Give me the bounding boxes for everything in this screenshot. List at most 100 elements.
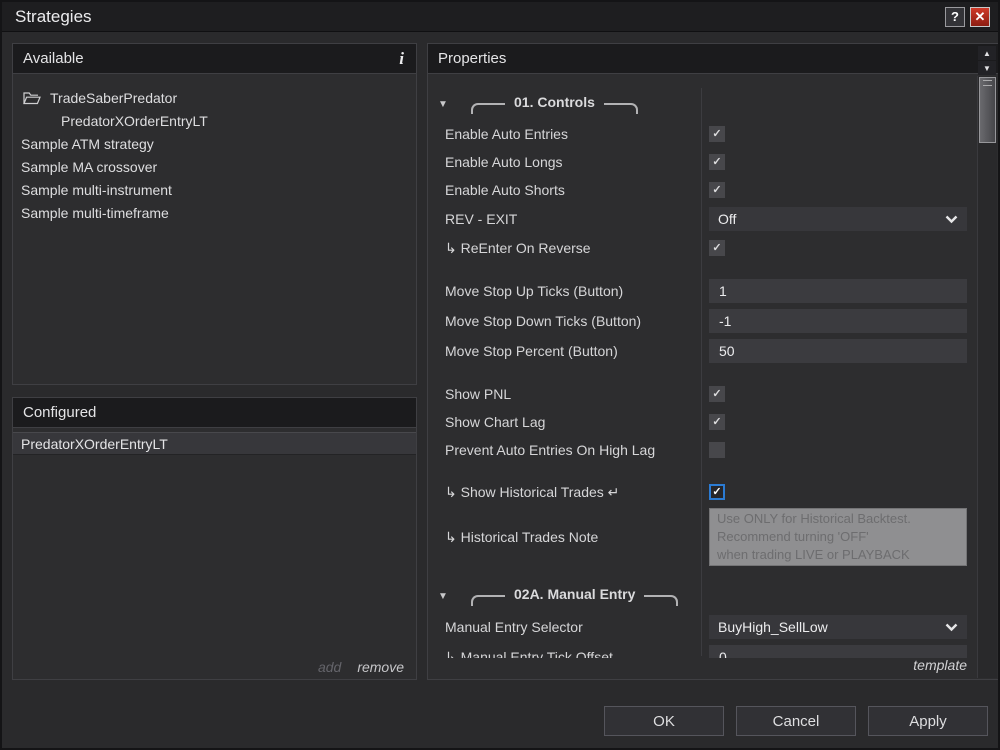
collapse-icon[interactable]: ▼ [438,99,450,110]
check-icon: ✓ [712,185,721,196]
available-item-sample-multi-timeframe[interactable]: Sample multi-timeframe [13,201,416,224]
available-panel: Available i TradeSaberPredator PredatorXO… [12,43,417,385]
dialog-buttons: OK Cancel Apply [604,706,988,736]
historical-trades-note-value-cell: Use ONLY for Historical Backtest. Recomm… [701,508,977,566]
manual-entry-selector-select[interactable]: BuyHigh_SellLow [709,615,967,639]
rev-exit-label: REV - EXIT [429,211,701,227]
available-item-sample-ma-crossover[interactable]: Sample MA crossover [13,155,416,178]
move-stop-down-ticks-button-input[interactable]: -1 [709,309,967,333]
move-stop-up-ticks-button-value-cell: 1 [701,279,977,303]
section-label: 02A. Manual Entry [514,586,635,602]
section-02a-manual-entry: ▼ 02A. Manual Entry [429,580,977,612]
rev-exit-select[interactable]: Off [709,207,967,231]
select-value: Off [718,211,736,227]
property-row-reenter-on-reverse: ↳ ReEnter On Reverse✓ [429,234,977,262]
check-icon: ✓ [712,389,721,400]
historical-trades-note-label: ↳ Historical Trades Note [429,529,701,546]
ok-button[interactable]: OK [604,706,724,736]
show-historical-trades-checkbox[interactable]: ✓ [709,484,725,500]
move-stop-up-ticks-button-input[interactable]: 1 [709,279,967,303]
move-stop-down-ticks-button-value-cell: -1 [701,309,977,333]
property-row-historical-trades-note: ↳ Historical Trades Note Use ONLY for His… [429,506,977,568]
scrollbar-track[interactable] [977,76,997,678]
prevent-auto-entries-on-high-lag-value-cell [701,442,977,458]
collapse-icon[interactable]: ▼ [438,591,450,602]
scroll-down-icon: ▼ [983,64,991,73]
add-link[interactable]: add [318,659,341,675]
properties-scrollbar[interactable]: ▲ ▼ [977,45,997,678]
available-item-tradesaberpredator[interactable]: TradeSaberPredator [13,86,416,109]
available-header: Available i [13,44,416,74]
section-01-controls: ▼ 01. Controls [429,88,977,120]
configured-item-label: PredatorXOrderEntryLT [21,436,168,452]
section-bracket: 01. Controls [471,94,638,114]
available-header-label: Available [23,50,84,67]
help-button[interactable]: ? [945,7,965,27]
property-row-move-stop-percent-button: Move Stop Percent (Button)50 [429,336,977,366]
reenter-on-reverse-checkbox[interactable]: ✓ [709,240,725,256]
show-chart-lag-label: Show Chart Lag [429,414,701,430]
show-historical-trades-label: ↳ Show Historical Trades ↵ [429,484,701,501]
available-item-label: Sample ATM strategy [21,136,154,152]
row-gap [429,262,977,276]
strategies-dialog: Strategies ? ✕ Available i TradeSaberPre… [0,0,1000,750]
property-row-prevent-auto-entries-on-high-lag: Prevent Auto Entries On High Lag [429,436,977,464]
available-item-sample-multi-instrument[interactable]: Sample multi-instrument [13,178,416,201]
remove-link[interactable]: remove [357,659,404,675]
bracket-right [604,103,638,114]
scroll-up-icon: ▲ [983,49,991,58]
available-item-sample-atm-strategy[interactable]: Sample ATM strategy [13,132,416,155]
available-item-predatorxorderentrylt[interactable]: PredatorXOrderEntryLT [13,109,416,132]
property-row-show-pnl: Show PNL ✓ [429,380,977,408]
title-bar[interactable]: Strategies ? ✕ [2,2,998,32]
manual-entry-selector-label: Manual Entry Selector [429,619,701,635]
move-stop-down-ticks-button-label: Move Stop Down Ticks (Button) [429,313,701,329]
scrollbar-thumb[interactable] [979,77,996,143]
template-link[interactable]: template [913,657,967,673]
move-stop-up-ticks-button-label: Move Stop Up Ticks (Button) [429,283,701,299]
properties-header: Properties [428,44,999,74]
prevent-auto-entries-on-high-lag-checkbox[interactable] [709,442,725,458]
available-list: TradeSaberPredator PredatorXOrderEntryLT S… [13,74,416,224]
scroll-up-button[interactable]: ▲ [978,46,996,60]
check-icon: ✓ [712,157,721,168]
row-gap [429,568,977,580]
apply-button[interactable]: Apply [868,706,988,736]
show-chart-lag-checkbox[interactable]: ✓ [709,414,725,430]
historical-trades-note-textbox: Use ONLY for Historical Backtest. Recomm… [709,508,967,566]
available-item-label: Sample multi-instrument [21,182,172,198]
enable-auto-shorts-checkbox[interactable]: ✓ [709,182,725,198]
prevent-auto-entries-on-high-lag-label: Prevent Auto Entries On High Lag [429,442,701,458]
bracket-left [471,595,505,606]
enable-auto-longs-checkbox[interactable]: ✓ [709,154,725,170]
manual-entry-selector-value-cell: BuyHigh_SellLow [701,615,977,639]
show-pnl-checkbox[interactable]: ✓ [709,386,725,402]
enable-auto-entries-label: Enable Auto Entries [429,126,701,142]
property-row-enable-auto-shorts: Enable Auto Shorts ✓ [429,176,977,204]
configured-footer: add remove [318,659,404,675]
available-item-label: Sample MA crossover [21,159,157,175]
bracket-right [644,595,678,606]
info-icon[interactable]: i [399,49,404,69]
close-button[interactable]: ✕ [970,7,990,27]
show-chart-lag-value-cell: ✓ [701,414,977,430]
check-icon: ✓ [712,129,721,140]
configured-item-predatorxorderentrylt[interactable]: PredatorXOrderEntryLT [13,432,416,455]
property-grid: ▼01. ControlsEnable Auto Entries✓Enable … [429,75,977,658]
reenter-on-reverse-value-cell: ✓ [701,240,977,256]
enable-auto-longs-value-cell: ✓ [701,154,977,170]
property-row-manual-entry-selector: Manual Entry Selector BuyHigh_SellLow [429,612,977,642]
cancel-button[interactable]: Cancel [736,706,856,736]
enable-auto-entries-checkbox[interactable]: ✓ [709,126,725,142]
available-item-label: Sample multi-timeframe [21,205,169,221]
chevron-down-icon [945,211,958,227]
configured-list: PredatorXOrderEntryLT [13,428,416,455]
show-pnl-label: Show PNL [429,386,701,402]
configured-panel: Configured PredatorXOrderEntryLT add rem… [12,397,417,680]
help-icon: ? [951,9,959,24]
scroll-down-button[interactable]: ▼ [978,61,996,75]
move-stop-percent-button-input[interactable]: 50 [709,339,967,363]
enable-auto-shorts-label: Enable Auto Shorts [429,182,701,198]
available-item-label: PredatorXOrderEntryLT [61,113,208,129]
enable-auto-entries-value-cell: ✓ [701,126,977,142]
